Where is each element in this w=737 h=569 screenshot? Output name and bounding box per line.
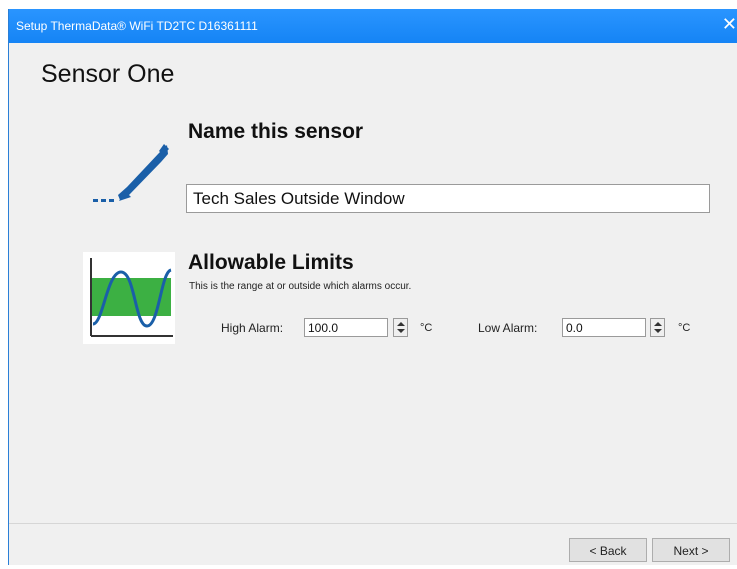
low-alarm-input[interactable]	[562, 318, 646, 337]
limits-description: This is the range at or outside which al…	[189, 281, 412, 292]
footer-divider	[9, 523, 737, 524]
name-section-title: Name this sensor	[188, 120, 364, 143]
window-title: Setup ThermaData® WiFi TD2TC D16361111	[16, 19, 258, 33]
spin-up-icon[interactable]	[397, 322, 405, 326]
high-alarm-spinner[interactable]	[393, 318, 408, 337]
high-alarm-input[interactable]	[304, 318, 388, 337]
spin-down-icon[interactable]	[654, 329, 662, 333]
spin-up-icon[interactable]	[654, 322, 662, 326]
low-alarm-label: Low Alarm:	[478, 321, 538, 335]
chart-limits-icon	[83, 252, 175, 344]
setup-window: Setup ThermaData® WiFi TD2TC D16361111 ✕…	[8, 9, 737, 565]
high-alarm-unit: °C	[420, 322, 433, 334]
back-button[interactable]: < Back	[569, 538, 647, 562]
high-alarm-label: High Alarm:	[221, 321, 284, 335]
title-bar: Setup ThermaData® WiFi TD2TC D16361111 ✕	[9, 9, 737, 43]
low-alarm-unit: °C	[678, 322, 691, 334]
limits-section-title: Allowable Limits	[188, 251, 354, 274]
spin-down-icon[interactable]	[397, 329, 405, 333]
sensor-name-input[interactable]	[186, 184, 710, 213]
page-title: Sensor One	[41, 60, 175, 88]
close-icon[interactable]: ✕	[722, 14, 737, 34]
pencil-icon	[93, 144, 169, 202]
low-alarm-spinner[interactable]	[650, 318, 665, 337]
next-button[interactable]: Next >	[652, 538, 730, 562]
